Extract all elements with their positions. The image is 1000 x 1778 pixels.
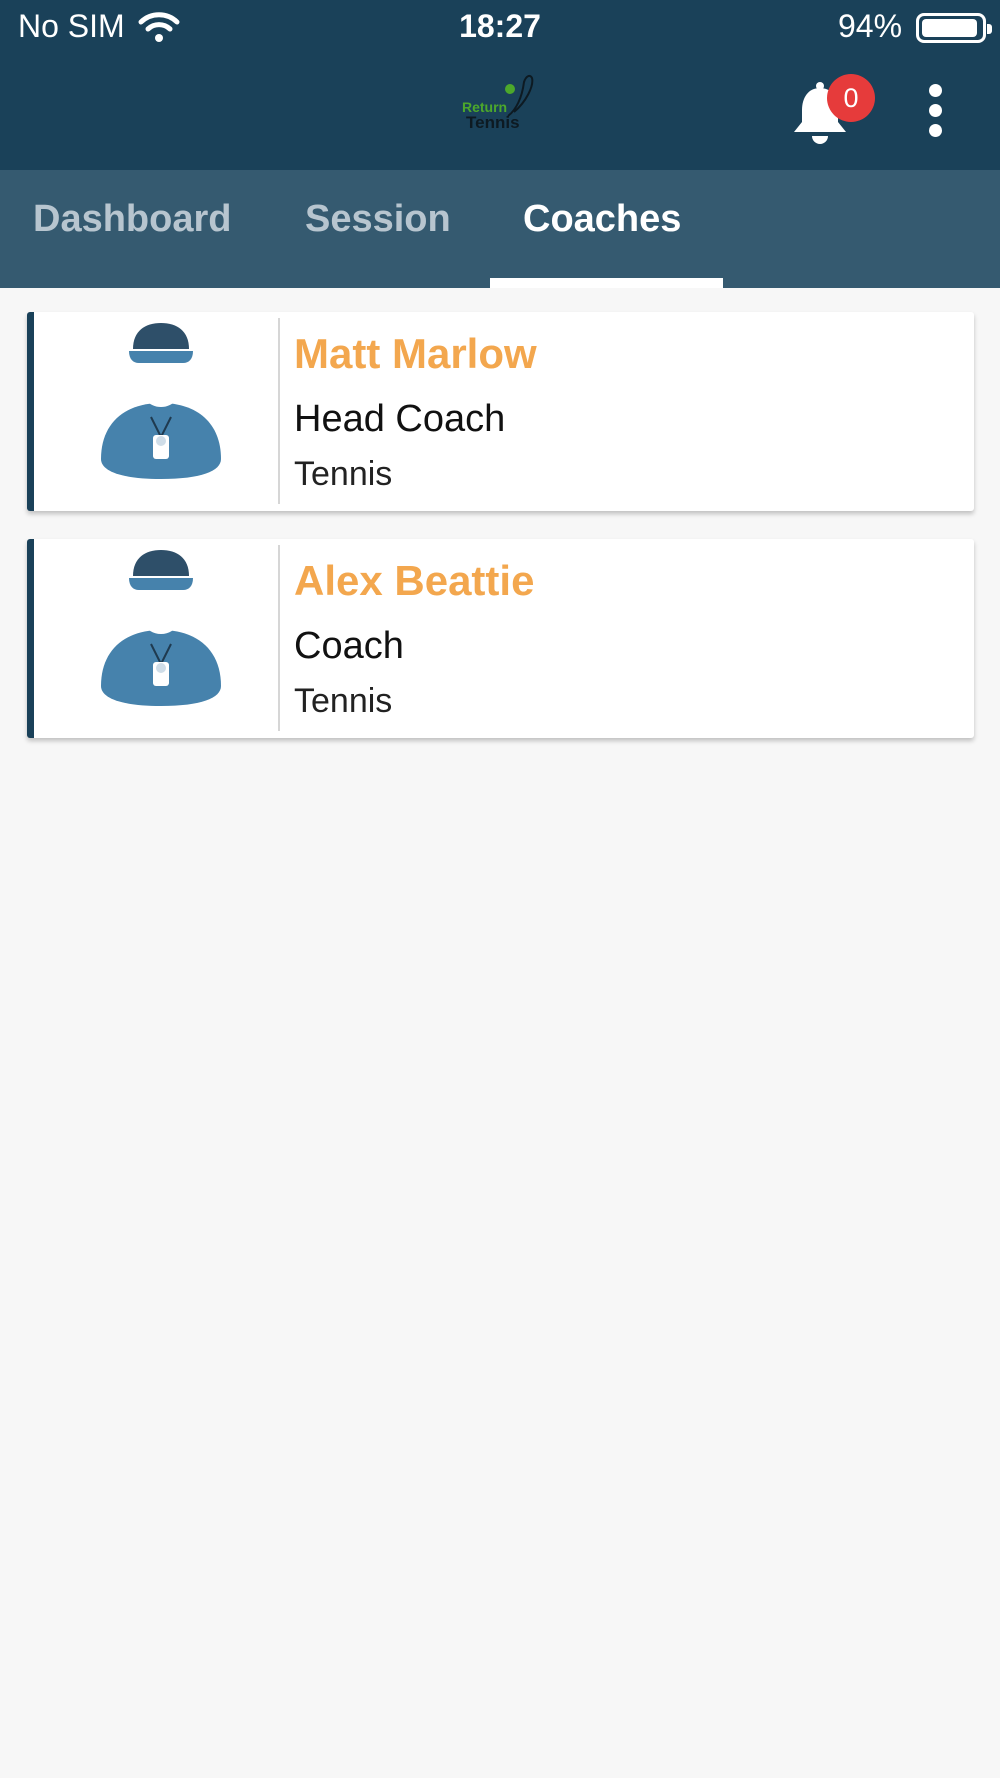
coach-role: Coach [294, 625, 404, 667]
coach-name: Matt Marlow [294, 330, 537, 377]
return-tennis-logo: Return Tennis [462, 74, 534, 132]
more-options-icon[interactable] [920, 84, 950, 140]
coach-avatar-icon [101, 323, 221, 479]
card-divider [278, 318, 280, 504]
coach-avatar-icon [101, 550, 221, 706]
app-header: No SIM 18:27 94% Return Tennis 0 [0, 0, 1000, 170]
card-divider [278, 545, 280, 731]
coach-sport: Tennis [294, 682, 393, 720]
coach-card[interactable]: Matt Marlow Head Coach Tennis [27, 312, 974, 511]
tab-session[interactable]: Session [305, 198, 451, 241]
coach-card[interactable]: Alex Beattie Coach Tennis [27, 539, 974, 738]
coach-sport: Tennis [294, 455, 393, 493]
svg-text:Tennis: Tennis [466, 113, 520, 132]
tab-bar: Dashboard Session Coaches [0, 170, 1000, 288]
battery-icon [916, 13, 992, 43]
notification-badge: 0 [827, 74, 875, 122]
active-tab-indicator [490, 278, 723, 288]
coach-name: Alex Beattie [294, 557, 535, 604]
status-bar: No SIM 18:27 94% [0, 0, 1000, 56]
battery-percent: 94% [838, 8, 903, 44]
tab-dashboard[interactable]: Dashboard [33, 198, 231, 241]
coach-role: Head Coach [294, 398, 506, 440]
tab-coaches[interactable]: Coaches [523, 198, 681, 241]
